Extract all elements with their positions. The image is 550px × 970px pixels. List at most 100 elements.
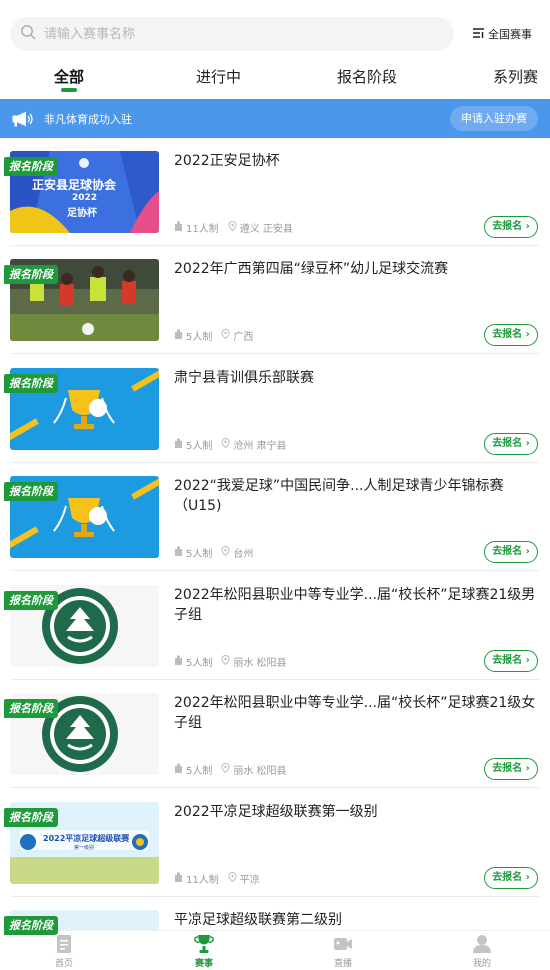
tab-ongoing[interactable]: 进行中 [196, 66, 241, 87]
players-icon [174, 655, 186, 668]
players-format: 11人制 [186, 224, 219, 235]
players-icon [174, 763, 186, 776]
event-list-item[interactable]: 报名阶段 肃宁县青训俱乐部联赛 5人制 沧州 肃宁县 去报名 › [0, 355, 550, 463]
event-meta: 5人制 广西 [174, 328, 253, 343]
event-location: 丽水 松阳县 [233, 766, 287, 777]
megaphone-icon [12, 111, 34, 127]
live-icon [313, 934, 373, 954]
trophy-icon [174, 934, 234, 954]
event-meta: 5人制 沧州 肃宁县 [174, 437, 287, 452]
notice-text: 非凡体育成功入驻 [44, 113, 132, 126]
signup-button[interactable]: 去报名 › [484, 433, 538, 455]
event-meta: 5人制 台州 [174, 545, 253, 560]
search-box[interactable] [10, 17, 454, 51]
signup-button[interactable]: 去报名 › [484, 216, 538, 238]
nav-profile-label: 我的 [472, 959, 491, 969]
event-location: 广西 [233, 332, 254, 343]
nav-home[interactable]: 首页 [34, 934, 94, 969]
event-title: 2022年松阳县职业中等专业学...届“校长杯”足球赛21级女子组 [174, 695, 536, 731]
players-format: 5人制 [186, 441, 213, 452]
nav-profile[interactable]: 我的 [452, 934, 512, 969]
players-format: 11人制 [186, 875, 219, 886]
event-location: 台州 [233, 549, 254, 560]
event-list-item[interactable]: 报名阶段 2022年广西第四届“绿豆杯”幼儿足球交流赛 5人制 广西 去报名 › [0, 246, 550, 354]
divider [10, 353, 540, 354]
location-icon [221, 762, 233, 776]
location-icon [228, 871, 240, 885]
event-location: 沧州 肃宁县 [233, 441, 287, 452]
thumb-caption-league: 2022平凉足球超级联赛 [43, 834, 130, 843]
event-title: 2022“我爱足球”中国民间争...人制足球青少年锦标赛（U15) [174, 478, 504, 514]
registration-badge: 报名阶段 [4, 482, 58, 501]
status-tabs: 全部 进行中 报名阶段 系列赛 [0, 58, 550, 98]
event-title: 2022年广西第四届“绿豆杯”幼儿足球交流赛 [174, 261, 449, 277]
players-format: 5人制 [186, 658, 213, 669]
nav-live-label: 直播 [333, 959, 352, 969]
nav-events-label: 赛事 [194, 959, 213, 969]
event-title: 2022正安足协杯 [174, 153, 280, 169]
signup-button[interactable]: 去报名 › [484, 758, 538, 780]
thumb-caption-level: 第一级别 [74, 845, 95, 851]
players-format: 5人制 [186, 332, 213, 343]
search-input[interactable] [44, 26, 424, 42]
signup-button[interactable]: 去报名 › [484, 650, 538, 672]
registration-badge: 报名阶段 [4, 265, 58, 284]
location-icon [221, 437, 233, 451]
registration-badge: 报名阶段 [4, 699, 58, 718]
players-format: 5人制 [186, 549, 213, 560]
filter-label: 全国赛事 [488, 28, 532, 41]
divider [10, 787, 540, 788]
players-icon [174, 221, 186, 234]
event-list-item[interactable]: 报名阶段 2022年松阳县职业中等专业学...届“校长杯”足球赛21级女子组 5… [0, 680, 550, 788]
filter-icon [472, 27, 488, 42]
nav-live[interactable]: 直播 [313, 934, 373, 969]
event-title: 2022年松阳县职业中等专业学...届“校长杯”足球赛21级男子组 [174, 587, 536, 623]
registration-badge: 报名阶段 [4, 157, 58, 176]
location-icon [221, 545, 233, 559]
event-list-item[interactable]: 报名阶段 2022“我爱足球”中国民间争...人制足球青少年锦标赛（U15) 5… [0, 463, 550, 571]
event-title: 平凉足球超级联赛第二级别 [174, 912, 342, 928]
event-location: 丽水 松阳县 [233, 658, 287, 669]
profile-icon [452, 934, 512, 954]
bottom-nav: 首页 赛事 直播 我的 [0, 930, 550, 970]
event-meta: 11人制 遵义 正安县 [174, 220, 293, 235]
players-format: 5人制 [186, 766, 213, 777]
thumb-caption-org: 正安县足球协会 [32, 178, 117, 192]
registration-badge: 报名阶段 [4, 374, 58, 393]
event-meta: 5人制 丽水 松阳县 [174, 654, 287, 669]
event-meta: 11人制 平凉 [174, 871, 260, 886]
signup-button[interactable]: 去报名 › [484, 867, 538, 889]
event-list-item[interactable]: 正安县足球协会 2022 足协杯 报名阶段 2022正安足协杯 11人制 遵义 … [0, 138, 550, 246]
location-icon [221, 328, 233, 342]
tab-all[interactable]: 全部 [54, 66, 84, 87]
thumb-caption-year: 2022 [72, 193, 98, 203]
event-list-item[interactable]: 2022平凉足球超级联赛 第一级别 报名阶段 2022平凉足球超级联赛第一级别 … [0, 789, 550, 897]
nav-events[interactable]: 赛事 [174, 934, 234, 969]
players-icon [174, 546, 186, 559]
tab-series[interactable]: 系列赛 [493, 66, 538, 87]
tab-registration[interactable]: 报名阶段 [337, 66, 397, 87]
home-icon [34, 934, 94, 954]
location-icon [221, 654, 233, 668]
registration-badge: 报名阶段 [4, 916, 58, 935]
signup-button[interactable]: 去报名 › [484, 324, 538, 346]
event-title: 肃宁县青训俱乐部联赛 [174, 370, 314, 386]
apply-join-button[interactable]: 申请入驻办赛 [450, 106, 538, 131]
search-icon [20, 24, 36, 44]
event-location: 遵义 正安县 [239, 224, 293, 235]
players-icon [174, 329, 186, 342]
nav-home-label: 首页 [54, 959, 73, 969]
event-location: 平凉 [239, 875, 260, 886]
region-filter-button[interactable]: 全国赛事 [472, 24, 532, 44]
top-bar: 全国赛事 [0, 0, 550, 58]
thumb-caption-cup: 足协杯 [67, 208, 97, 219]
notice-banner: 非凡体育成功入驻 申请入驻办赛 [0, 99, 550, 138]
event-list-item[interactable]: 报名阶段 2022年松阳县职业中等专业学...届“校长杯”足球赛21级男子组 5… [0, 572, 550, 680]
signup-button[interactable]: 去报名 › [484, 541, 538, 563]
players-icon [174, 438, 186, 451]
event-title: 2022平凉足球超级联赛第一级别 [174, 804, 378, 820]
active-tab-indicator [61, 88, 77, 92]
location-icon [228, 220, 240, 234]
registration-badge: 报名阶段 [4, 808, 58, 827]
divider [10, 570, 540, 571]
